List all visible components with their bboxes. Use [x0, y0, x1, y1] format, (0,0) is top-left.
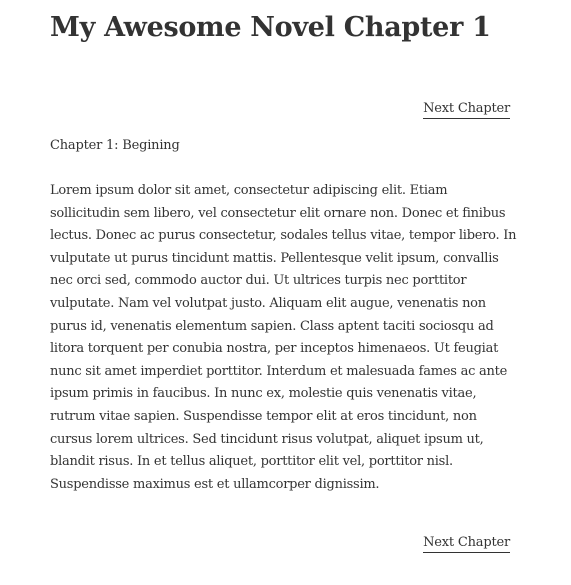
body-line: Suspendisse maximus est et ullamcorper d…	[50, 476, 380, 492]
chapter-heading: Chapter 1: Begining	[50, 138, 180, 153]
next-chapter-link-top[interactable]: Next Chapter	[423, 101, 510, 119]
body-line: blandit risus. In et tellus aliquet, por…	[50, 454, 453, 470]
body-line: nec orci sed, commodo auctor dui. Ut ult…	[50, 273, 467, 289]
body-line: Lorem ipsum dolor sit amet, consectetur …	[50, 183, 448, 198]
body-line: rutrum vitae sapien. Suspendisse tempor …	[50, 408, 477, 424]
body-line: vulputate ut purus tincidunt mattis. Pel…	[50, 250, 499, 266]
body-line: purus id, venenatis elementum sapien. Cl…	[50, 318, 494, 334]
body-line: ipsum primis in faucibus. In nunc ex, mo…	[50, 386, 477, 402]
body-line: sollicitudin sem libero, vel consectetur…	[50, 205, 506, 221]
body-line: nunc sit amet imperdiet porttitor. Inter…	[50, 363, 508, 379]
chapter-body: Lorem ipsum dolor sit amet, consectetur …	[50, 180, 517, 496]
body-line: cursus lorem ultrices. Sed tincidunt ris…	[50, 431, 484, 447]
body-line: litora torquent per conubia nostra, per …	[50, 341, 499, 357]
page-title: My Awesome Novel Chapter 1	[50, 12, 491, 43]
body-line: vulputate. Nam vel volutpat justo. Aliqu…	[50, 295, 486, 311]
next-chapter-link-bottom[interactable]: Next Chapter	[423, 535, 510, 553]
body-line: lectus. Donec ac purus consectetur, soda…	[50, 228, 517, 244]
